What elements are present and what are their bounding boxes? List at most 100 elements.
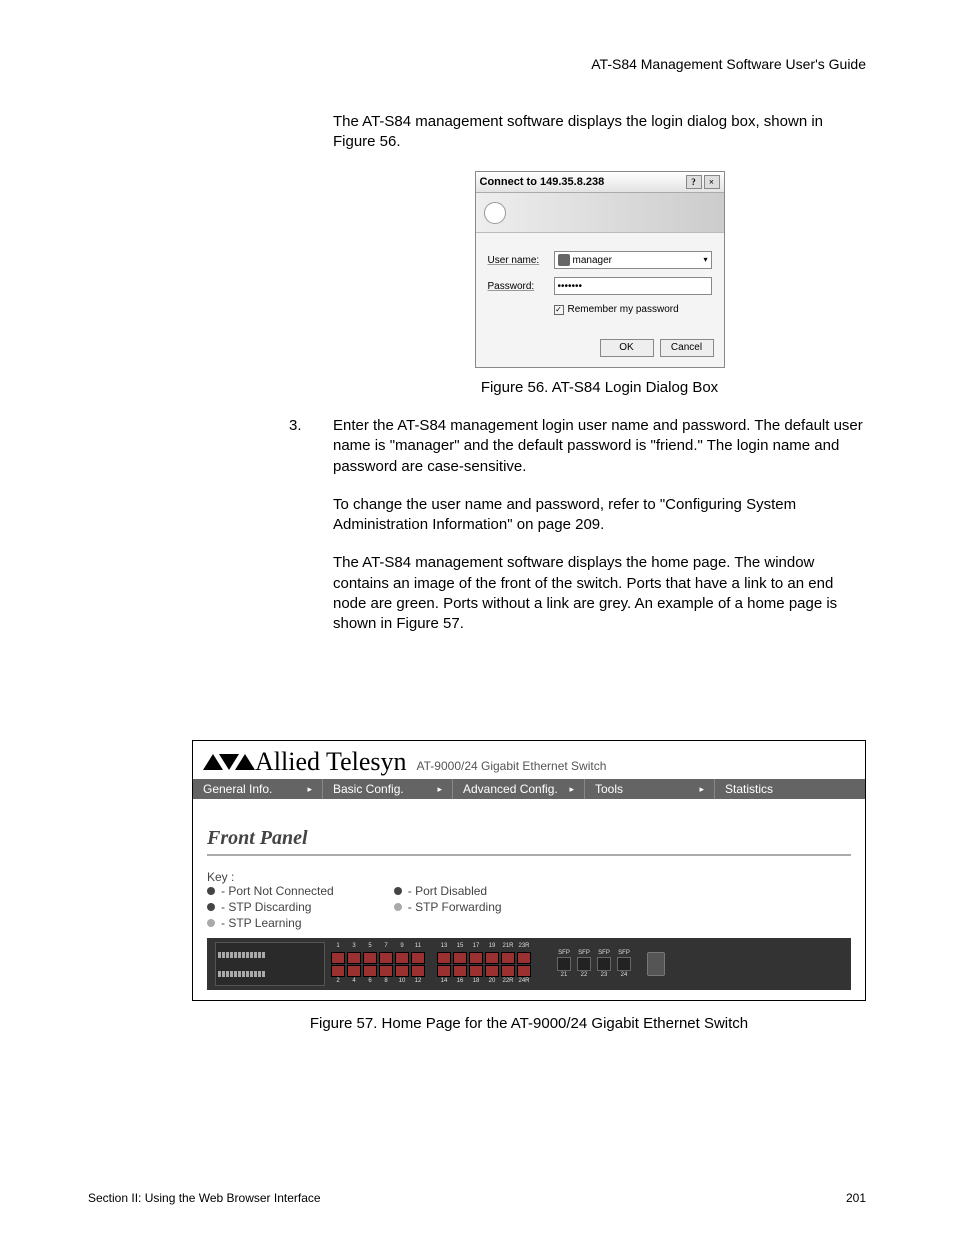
username-value: manager [573, 254, 612, 268]
ethernet-port[interactable] [347, 965, 361, 977]
figure57-caption: Figure 57. Home Page for the AT-9000/24 … [192, 1015, 866, 1032]
help-button[interactable]: ? [686, 175, 702, 189]
port-number: 3 [347, 943, 361, 951]
menu-tools[interactable]: Tools▸ [585, 779, 715, 799]
sfp-label: SFP [558, 950, 570, 956]
keys-icon [484, 202, 506, 224]
ethernet-port[interactable] [379, 965, 393, 977]
sfp-port-icon [557, 957, 571, 971]
ethernet-port[interactable] [331, 965, 345, 977]
port-number: 22R [501, 978, 515, 986]
front-panel-title: Front Panel [207, 827, 851, 856]
ethernet-port[interactable] [453, 952, 467, 964]
dot-icon [207, 887, 215, 895]
dot-icon [394, 887, 402, 895]
dialog-title-text: Connect to 149.35.8.238 [480, 175, 605, 190]
sfp-block: SFP21 SFP22 SFP 23 SFP 24 [557, 950, 631, 978]
username-input[interactable]: manager ▾ [554, 251, 712, 269]
port-number: 14 [437, 978, 451, 986]
port-number: 18 [469, 978, 483, 986]
ethernet-port[interactable] [517, 965, 531, 977]
ethernet-port[interactable] [379, 952, 393, 964]
chevron-right-icon: ▸ [569, 784, 574, 795]
port-number: 6 [363, 978, 377, 986]
key-legend: - Port Not Connected - STP Discarding - … [207, 884, 851, 930]
port-number: 21R [501, 943, 515, 951]
sfp-port-icon [597, 957, 611, 971]
port-number: 20 [485, 978, 499, 986]
step3-number: 3. [289, 416, 313, 652]
cancel-button[interactable]: Cancel [660, 339, 714, 357]
sfp-slot[interactable]: SFP22 [577, 950, 591, 978]
menubar: General Info.▸ Basic Config.▸ Advanced C… [193, 779, 865, 799]
ethernet-port[interactable] [363, 965, 377, 977]
sfp-label: SFP [618, 950, 630, 956]
dialog-titlebar: Connect to 149.35.8.238 ? × [476, 172, 724, 194]
remember-label: Remember my password [568, 303, 679, 317]
port-number: 24R [517, 978, 531, 986]
ethernet-port[interactable] [331, 952, 345, 964]
dot-icon [207, 919, 215, 927]
ethernet-port[interactable] [363, 952, 377, 964]
sfp-number: 23 [601, 972, 608, 978]
password-input[interactable]: ••••••• [554, 277, 712, 295]
remember-checkbox[interactable]: ✓ [554, 305, 564, 315]
ethernet-port[interactable] [501, 952, 515, 964]
login-dialog-figure: Connect to 149.35.8.238 ? × User name: m… [475, 171, 725, 368]
step3-para3: The AT-S84 management software displays … [333, 553, 866, 634]
menu-basic-config[interactable]: Basic Config.▸ [323, 779, 453, 799]
port-number: 5 [363, 943, 377, 951]
user-icon [558, 254, 570, 266]
username-label: User name: [488, 254, 548, 268]
menu-advanced-config[interactable]: Advanced Config.▸ [453, 779, 585, 799]
ethernet-port[interactable] [469, 952, 483, 964]
ethernet-port[interactable] [411, 965, 425, 977]
ethernet-port[interactable] [411, 952, 425, 964]
port-number: 13 [437, 943, 451, 951]
port-number: 4 [347, 978, 361, 986]
port-number: 15 [453, 943, 467, 951]
chevron-right-icon: ▸ [307, 784, 312, 795]
ethernet-port[interactable] [501, 965, 515, 977]
port-number: 17 [469, 943, 483, 951]
menu-general-info[interactable]: General Info.▸ [193, 779, 323, 799]
key-label: Key : [207, 870, 851, 884]
ethernet-port[interactable] [395, 965, 409, 977]
dialog-banner [476, 193, 724, 233]
intro-paragraph: The AT-S84 management software displays … [333, 112, 866, 153]
key-port-disabled: - Port Disabled [408, 884, 487, 898]
sfp-slot[interactable]: SFP21 [557, 950, 571, 978]
ethernet-port[interactable] [347, 952, 361, 964]
port-number: 12 [411, 978, 425, 986]
ethernet-port[interactable] [485, 952, 499, 964]
ethernet-port[interactable] [485, 965, 499, 977]
dropdown-icon[interactable]: ▾ [703, 255, 707, 266]
footer-page-number: 201 [846, 1191, 866, 1205]
port-number: 8 [379, 978, 393, 986]
page-footer: Section II: Using the Web Browser Interf… [88, 1191, 866, 1205]
sfp-number: 24 [621, 972, 628, 978]
sfp-slot[interactable]: SFP 23 [597, 950, 611, 978]
ok-button[interactable]: OK [600, 339, 654, 357]
port-number: 19 [485, 943, 499, 951]
ethernet-port[interactable] [469, 965, 483, 977]
chevron-right-icon: ▸ [437, 784, 442, 795]
dot-icon [394, 903, 402, 911]
chevron-right-icon: ▸ [699, 784, 704, 795]
ethernet-port[interactable] [437, 965, 451, 977]
switch-chassis: 13579111315171921R23R 246810121416182022… [207, 938, 851, 990]
ethernet-port[interactable] [437, 952, 451, 964]
ethernet-port[interactable] [395, 952, 409, 964]
port-number: 1 [331, 943, 345, 951]
password-label: Password: [488, 280, 548, 294]
port-number: 10 [395, 978, 409, 986]
page-header: AT-S84 Management Software User's Guide [591, 56, 866, 72]
sfp-label: SFP [598, 950, 610, 956]
sfp-slot[interactable]: SFP 24 [617, 950, 631, 978]
ethernet-port[interactable] [453, 965, 467, 977]
close-button[interactable]: × [704, 175, 720, 189]
console-port-icon [647, 952, 665, 976]
menu-statistics[interactable]: Statistics [715, 779, 865, 799]
dot-icon [207, 903, 215, 911]
ethernet-port[interactable] [517, 952, 531, 964]
